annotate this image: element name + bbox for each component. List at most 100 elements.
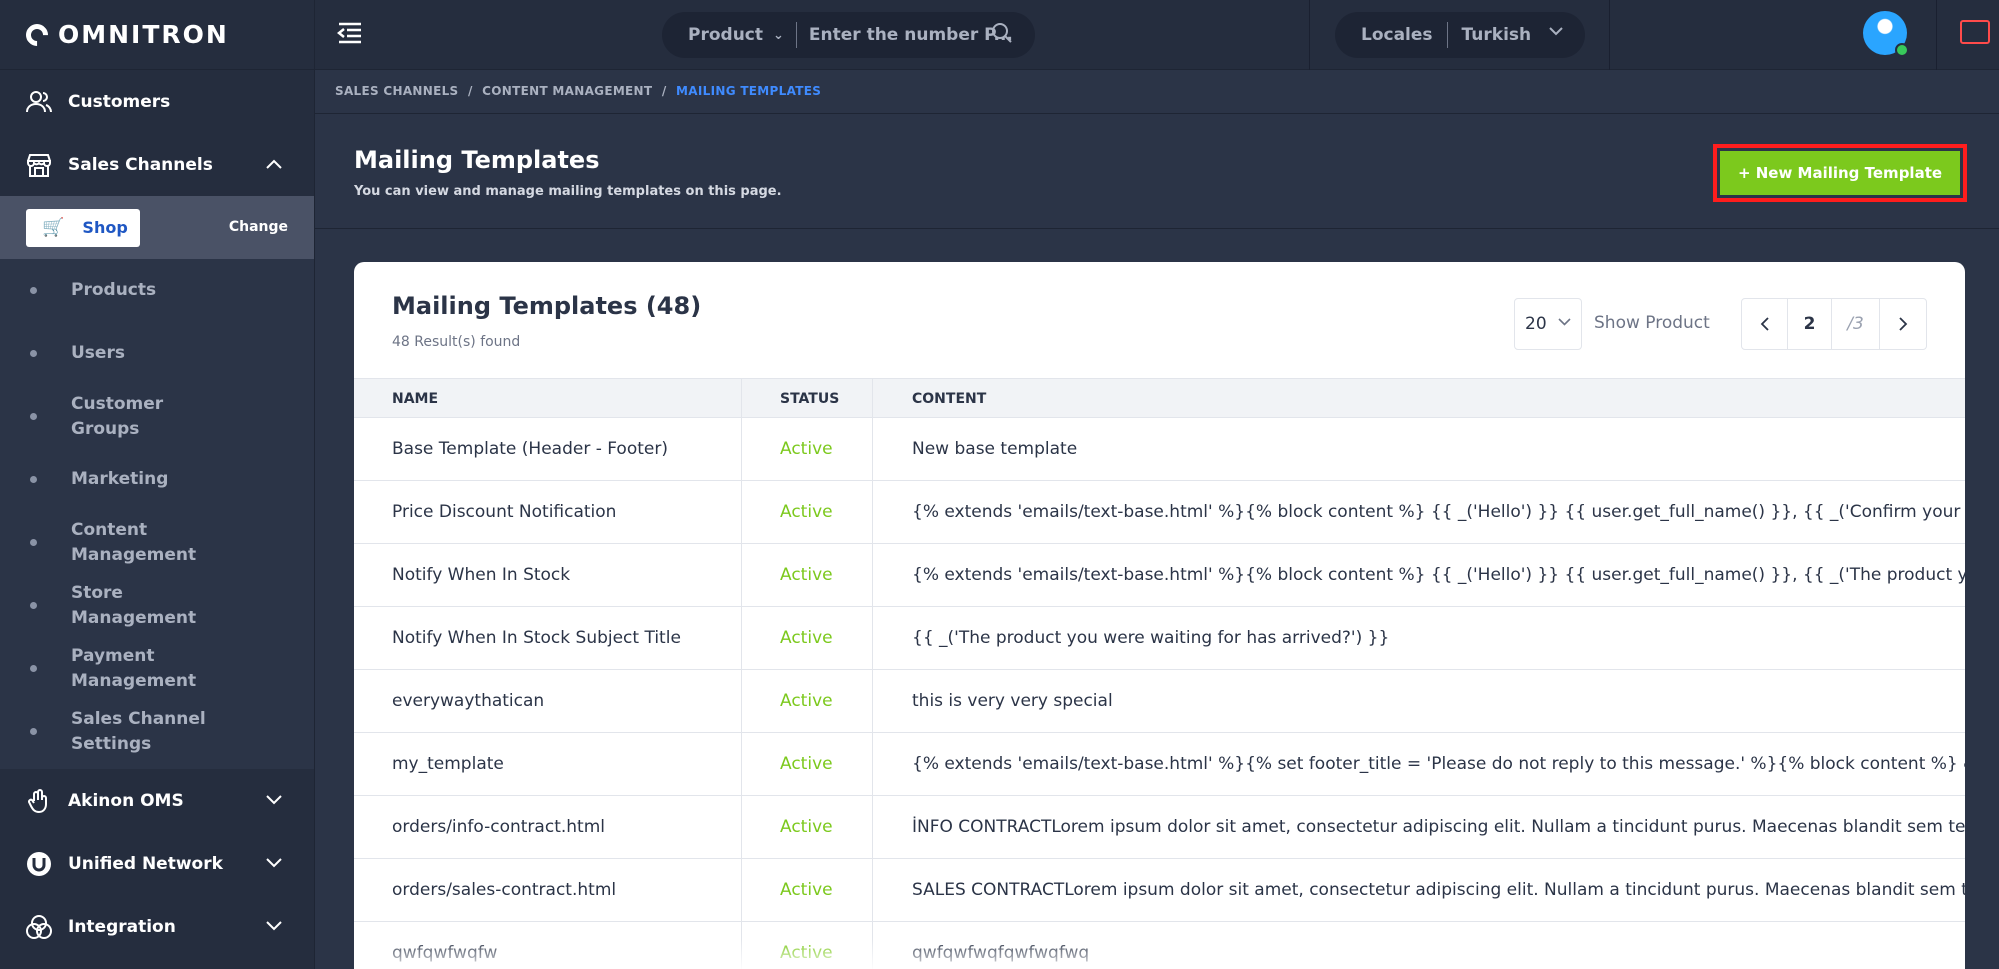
table-row[interactable]: Notify When In Stock Active {% extends '… [354,544,1965,607]
page-size-select[interactable]: 20 [1514,298,1582,350]
search-scope-dropdown[interactable]: Product [688,25,763,45]
sidebar-item-content-management[interactable]: Content Management [0,511,314,574]
current-page[interactable]: 2 [1788,299,1832,349]
locale-label: Locales [1361,25,1433,45]
total-pages: /3 [1832,299,1880,349]
divider [315,228,1999,229]
sidebar-item-unified-network[interactable]: Unified Network [0,832,314,895]
sidebar-item-payment-management[interactable]: Payment Management [0,637,314,700]
bullet-icon [30,476,37,483]
table-row[interactable]: everywaythatican Active this is very ver… [354,670,1965,733]
sidebar-item-integration[interactable]: Integration [0,895,314,958]
column-header-name[interactable]: NAME [392,379,438,419]
sidebar-item-label: Sales Channels [68,154,213,175]
cell-content: SALES CONTRACTLorem ipsum dolor sit amet… [912,880,1965,900]
page-subtitle: You can view and manage mailing template… [354,184,782,199]
cell-name[interactable]: everywaythatican [392,670,732,733]
search-icon[interactable] [991,22,1013,49]
sidebar-item-users[interactable]: Users [0,322,314,385]
table-row[interactable]: qwfqwfwqfw Active qwfqwfwqfqwfwqfwq [354,922,1965,969]
shop-label: Shop [82,218,128,237]
cell-name[interactable]: Notify When In Stock [392,544,732,607]
sidebar-item-products[interactable]: Products [0,259,314,322]
unified-network-icon [26,851,52,877]
sidebar-item-akinon-oms[interactable]: Akinon OMS [0,769,314,832]
logo-text: OMNITRON [58,20,229,49]
integration-icon [26,914,52,940]
new-mailing-template-button[interactable]: + New Mailing Template [1717,148,1963,198]
language-flag-icon[interactable] [1960,20,1990,44]
locale-selector[interactable]: Locales Turkish [1335,12,1585,58]
cell-status: Active [780,691,833,711]
chevron-down-icon [1549,24,1563,40]
breadcrumb: SALES CHANNELS / CONTENT MANAGEMENT / MA… [335,84,821,98]
sidebar-item-label: Unified Network [68,853,223,874]
divider [1936,0,1937,70]
table-row[interactable]: Notify When In Stock Subject Title Activ… [354,607,1965,670]
sidebar-item-label: Integration [68,916,176,937]
cell-name[interactable]: Notify When In Stock Subject Title [392,607,732,670]
sidebar-item-store-management[interactable]: Store Management [0,574,314,637]
cell-content: this is very very special [912,691,1113,711]
column-header-content[interactable]: CONTENT [912,379,986,419]
logo[interactable]: OMNITRON [0,0,314,70]
column-header-status[interactable]: STATUS [780,379,839,419]
bullet-icon [30,728,37,735]
search-input[interactable]: Enter the number P... [809,25,1013,45]
cell-content: {% extends 'emails/text-base.html' %}{% … [912,502,1965,522]
table-row[interactable]: orders/sales-contract.html Active SALES … [354,859,1965,922]
cell-name[interactable]: qwfqwfwqfw [392,922,732,969]
divider [1446,22,1448,48]
avatar[interactable] [1863,11,1909,57]
breadcrumb-sales-channels[interactable]: SALES CHANNELS [335,84,459,98]
chevron-down-icon: ⌄ [773,27,784,43]
sidebar-item-marketing[interactable]: Marketing [0,448,314,511]
table-row[interactable]: Price Discount Notification Active {% ex… [354,481,1965,544]
chevron-down-icon [266,791,282,809]
cell-name[interactable]: orders/sales-contract.html [392,859,732,922]
cell-name[interactable]: my_template [392,733,732,796]
shop-button[interactable]: 🛒 Shop [26,208,140,247]
next-page-button[interactable] [1880,299,1926,349]
online-status-icon [1895,43,1909,57]
table-row[interactable]: orders/info-contract.html Active İNFO CO… [354,796,1965,859]
table-header: NAME STATUS CONTENT [354,378,1965,418]
breadcrumb-mailing-templates: MAILING TEMPLATES [676,84,822,98]
sidebar-item-customers[interactable]: Customers [0,70,314,133]
divider [1309,0,1310,70]
divider [315,113,1999,114]
divider [795,22,797,48]
page-title: Mailing Templates [354,146,600,174]
cell-status: Active [780,439,833,459]
cell-content: qwfqwfwqfqwfwqfwq [912,943,1090,963]
table-row[interactable]: Base Template (Header - Footer) Active N… [354,418,1965,481]
sidebar-item-sales-channel-settings[interactable]: Sales Channel Settings [0,700,314,763]
sidebar-item-customer-groups[interactable]: Customer Groups [0,385,314,448]
table-row[interactable]: my_template Active {% extends 'emails/te… [354,733,1965,796]
cell-status: Active [780,880,833,900]
divider [1609,0,1610,70]
cell-name[interactable]: Base Template (Header - Footer) [392,418,732,481]
result-count: 48 Result(s) found [392,334,521,350]
sidebar-item-sales-channels[interactable]: Sales Channels [0,133,314,196]
prev-page-button[interactable] [1742,299,1788,349]
hand-icon [26,788,52,814]
show-product-label: Show Product [1594,313,1710,333]
change-channel-link[interactable]: Change [229,219,288,235]
channel-selector: 🛒 Shop Change [0,196,314,259]
sidebar-item-label: Customers [68,91,171,112]
cell-status: Active [780,565,833,585]
chevron-down-icon [1558,315,1571,330]
card-title: Mailing Templates (48) [392,292,702,320]
chevron-right-icon [1898,317,1907,331]
omnitron-logo-icon [21,18,53,51]
sidebar-item-label: Akinon OMS [68,790,184,811]
chevron-down-icon [266,917,282,935]
cart-icon: 🛒 [42,217,65,238]
cell-status: Active [780,628,833,648]
breadcrumb-content-management[interactable]: CONTENT MANAGEMENT [482,84,652,98]
menu-collapse-icon[interactable] [336,22,363,50]
cell-content: {{ _('The product you were waiting for h… [912,628,1390,648]
cell-name[interactable]: orders/info-contract.html [392,796,732,859]
cell-name[interactable]: Price Discount Notification [392,481,732,544]
